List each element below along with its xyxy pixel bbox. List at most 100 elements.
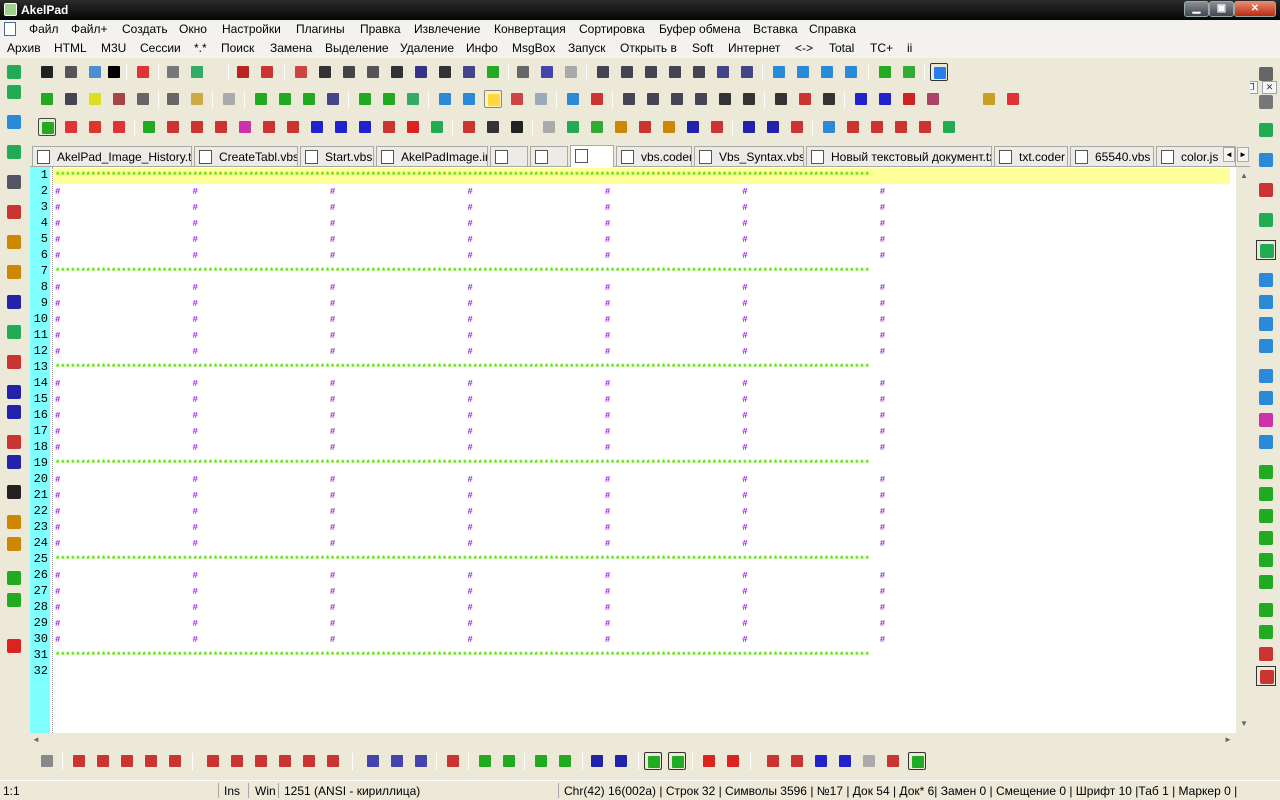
find-icon[interactable] (594, 63, 612, 81)
tab-65540-vbs[interactable]: 65540.vbs (1070, 146, 1154, 166)
find-all-icon[interactable] (666, 63, 684, 81)
find-t-icon[interactable] (324, 752, 342, 770)
align-bottom-icon[interactable] (588, 90, 606, 108)
tree-icon[interactable] (484, 63, 502, 81)
insert-mode[interactable]: Ins (224, 784, 240, 798)
align-top-icon[interactable] (564, 90, 582, 108)
menu-sort[interactable]: Сортировка (579, 22, 645, 36)
frame-b-icon[interactable] (892, 118, 910, 136)
left-tool-10-icon[interactable] (4, 322, 24, 342)
path-icon[interactable] (612, 118, 630, 136)
find-prev-icon[interactable] (642, 63, 660, 81)
cut-icon[interactable] (292, 63, 310, 81)
menu-msgbox[interactable]: MsgBox (512, 41, 555, 55)
find-p-icon[interactable] (412, 752, 430, 770)
english-icon[interactable] (852, 90, 870, 108)
delete-icon[interactable] (4, 636, 24, 656)
menu-edit[interactable]: Правка (360, 22, 401, 36)
tab-vbs-syntax-vbs[interactable]: Vbs_Syntax.vbs (694, 146, 804, 166)
menu-replace[interactable]: Замена (270, 41, 312, 55)
editor-area[interactable]: 1 2 3 4 5 6 7 8 9 10 11 12 13 14 15 16 17 18 19 20 21 22 23 24 2… (30, 167, 1236, 733)
bottom-tool-1-icon[interactable] (38, 752, 56, 770)
right-tool-14-icon[interactable] (1256, 410, 1276, 430)
menu-insert[interactable]: Вставка (753, 22, 798, 36)
redo-icon[interactable] (562, 63, 580, 81)
menu-file-plus[interactable]: Файл+ (71, 22, 108, 36)
left-tool-18-icon[interactable] (4, 534, 24, 554)
tab-txt-coder[interactable]: txt.coder (994, 146, 1068, 166)
pen-icon[interactable] (636, 118, 654, 136)
compare-icon[interactable] (740, 118, 758, 136)
codepage[interactable]: 1251 (ANSI - кириллица) (284, 784, 420, 798)
vertical-scrollbar[interactable]: ▲ ▼ (1236, 167, 1252, 733)
menu-delete[interactable]: Удаление (400, 41, 454, 55)
tab--txt[interactable]: Новый текстовый документ.txt (806, 146, 992, 166)
help-icon[interactable] (404, 90, 422, 108)
right-tool-13-icon[interactable] (1256, 388, 1276, 408)
zoom-icon[interactable] (714, 63, 732, 81)
russian-icon[interactable] (876, 90, 894, 108)
doc-b-icon[interactable] (692, 90, 710, 108)
find-regex-icon[interactable] (690, 63, 708, 81)
right-tool-17-icon[interactable] (1256, 484, 1276, 504)
down-box-icon[interactable] (668, 752, 686, 770)
find-b-icon[interactable] (388, 752, 406, 770)
minimize-button[interactable]: ▁ (1184, 1, 1209, 17)
pictures-icon[interactable] (38, 90, 56, 108)
name-b-icon[interactable] (188, 118, 206, 136)
find-w-icon[interactable] (204, 752, 222, 770)
frame-ok-icon[interactable] (940, 118, 958, 136)
list-num-icon[interactable] (708, 118, 726, 136)
find-r-icon[interactable] (276, 752, 294, 770)
tab-akelpadimage-ini[interactable]: AkelPadImage.ini (376, 146, 488, 166)
panel-icon[interactable] (436, 90, 454, 108)
scroll-down-icon[interactable]: ▼ (1240, 719, 1248, 728)
scroll-right-icon[interactable]: ► (1224, 735, 1232, 744)
name-a-icon[interactable] (164, 118, 182, 136)
right-tool-12-icon[interactable] (1256, 366, 1276, 386)
menu-html[interactable]: HTML (54, 41, 87, 55)
left-tool-6-icon[interactable] (4, 202, 24, 222)
copy-icon[interactable] (316, 63, 334, 81)
move-icon[interactable] (460, 63, 478, 81)
doc-d-icon[interactable] (740, 90, 758, 108)
left-tool-11-icon[interactable] (4, 352, 24, 372)
hash-icon[interactable] (684, 118, 702, 136)
menu-info[interactable]: Инфо (466, 41, 498, 55)
tab-start-vbs[interactable]: Start.vbs (300, 146, 374, 166)
arrows-icon[interactable] (588, 118, 606, 136)
tab-akelpad-image-history-txt[interactable]: AkelPad_Image_History.txt (32, 146, 192, 166)
left-tool-15-icon[interactable] (4, 452, 24, 472)
grid-icon[interactable] (188, 90, 206, 108)
tag-c-icon[interactable] (356, 118, 374, 136)
menu-file[interactable]: Файл (29, 22, 59, 36)
right-tool-10-icon[interactable] (1256, 314, 1276, 334)
find-u-icon[interactable] (228, 752, 246, 770)
menu-sessions[interactable]: Сессии (140, 41, 181, 55)
tag-b-icon[interactable] (332, 118, 350, 136)
find-m2-icon[interactable] (444, 752, 462, 770)
en-icon[interactable] (812, 752, 830, 770)
window-icon[interactable] (564, 118, 582, 136)
menu-clipboard[interactable]: Буфер обмена (659, 22, 741, 36)
red-down-icon[interactable] (700, 752, 718, 770)
paragraph-icon[interactable] (460, 90, 478, 108)
dots-icon[interactable] (660, 118, 678, 136)
down-arrow-icon[interactable] (4, 590, 24, 610)
zoom-out-icon[interactable] (738, 63, 756, 81)
undo-icon[interactable] (514, 63, 532, 81)
left-tool-7-icon[interactable] (4, 232, 24, 252)
flag-uk-icon[interactable] (924, 90, 942, 108)
tab-createtabl-vbs[interactable]: CreateTabl.vbs (194, 146, 298, 166)
z-icon[interactable] (484, 118, 502, 136)
right-tool-18-icon[interactable] (1256, 506, 1276, 526)
sort-za-icon[interactable] (842, 63, 860, 81)
color-wheel-icon[interactable] (508, 90, 526, 108)
new-file-icon[interactable] (38, 63, 56, 81)
name-c-icon[interactable] (212, 118, 230, 136)
redo-all-icon[interactable] (538, 63, 556, 81)
checkbox-icon[interactable] (38, 118, 56, 136)
menu-search[interactable]: Поиск (221, 41, 254, 55)
left-tool-1-icon[interactable] (4, 62, 24, 82)
tab-untitled-5[interactable] (530, 146, 568, 166)
